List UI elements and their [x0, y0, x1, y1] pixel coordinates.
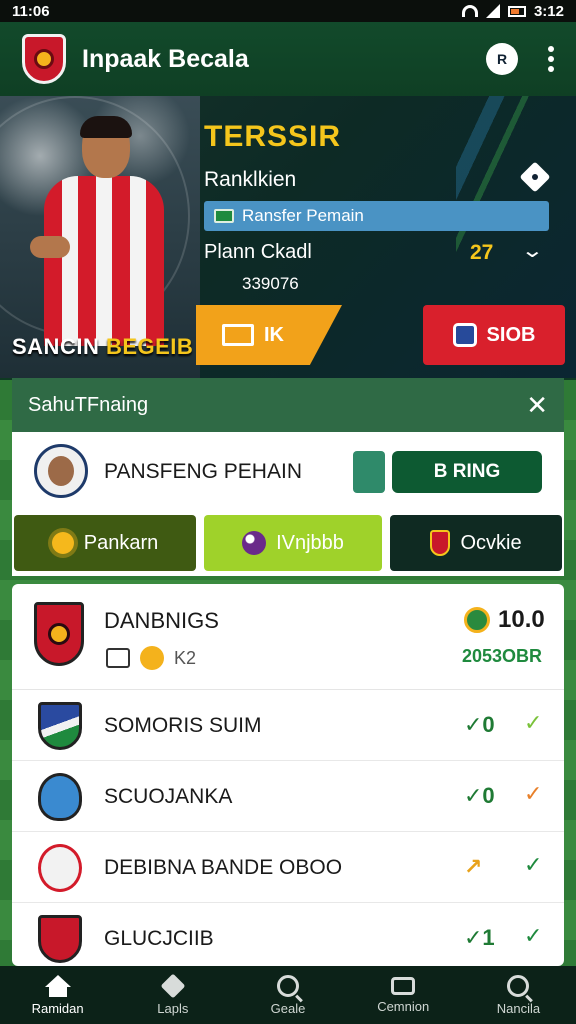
- help-icon: [507, 974, 530, 997]
- player-name-first: SANCIN: [12, 334, 106, 359]
- team-name: DANBNIGS: [104, 608, 219, 633]
- app-header: Inpaak Becala R: [0, 22, 576, 96]
- battery-icon: [507, 5, 526, 17]
- list-item[interactable]: GLUCJCIIB ✓1 ✓: [12, 903, 564, 966]
- row-value: ✓0: [464, 712, 495, 737]
- tab-label: IVnjbbb: [276, 531, 344, 554]
- status-bar: 11:06 3:12: [0, 0, 576, 22]
- nav-nancila[interactable]: Nancila: [461, 966, 576, 1024]
- player-avatar[interactable]: [34, 444, 88, 498]
- coin-icon: [140, 646, 164, 670]
- transfer-bar-label: Ransfer Pemain: [242, 206, 364, 225]
- status-icons: 3:12: [461, 2, 564, 20]
- ball-icon: [242, 531, 267, 555]
- check-icon[interactable]: ✓: [524, 923, 542, 949]
- team-meta: K2: [106, 646, 196, 670]
- toggle-right-button[interactable]: B RING: [392, 451, 542, 493]
- club-crest: [34, 602, 84, 666]
- nav-label: Nancila: [496, 1000, 541, 1016]
- search-icon: [277, 974, 299, 997]
- team-meta-text: K2: [174, 647, 197, 668]
- player-photo[interactable]: [30, 116, 180, 346]
- home-icon: [44, 974, 71, 997]
- stat-sub-value: 339076: [242, 274, 299, 293]
- club-crest: [38, 773, 82, 821]
- profile-button[interactable]: R: [486, 43, 518, 75]
- player-name-last: BEGEIB: [105, 334, 194, 359]
- wifi-icon: [461, 5, 478, 17]
- card-icon: [222, 324, 254, 346]
- club-crest: [38, 844, 82, 892]
- transfer-panel-title: SahuTFnaing: [28, 393, 149, 416]
- status-time: 11:06: [12, 2, 50, 20]
- transfer-panel: PANSFENG PEHAIN B RING Pankarn IVnjbbb O…: [12, 432, 564, 576]
- nav-search[interactable]: Geale: [230, 966, 345, 1024]
- hero-red-button-label: SIOB: [486, 323, 536, 346]
- hero-yellow-button[interactable]: IK: [196, 305, 342, 365]
- hero-banner: SANCIN BEGEIB TERSSIR Ranklkien Ransfer …: [0, 96, 576, 378]
- stat-value: 27: [470, 241, 494, 264]
- stat-label: Plann Ckadl: [204, 241, 312, 263]
- signal-icon: [485, 4, 500, 18]
- more-menu-icon[interactable]: [548, 46, 554, 72]
- cube-icon: [160, 973, 186, 998]
- team-score-value: 10.0: [498, 606, 545, 633]
- nav-label: Ramidan: [31, 1000, 84, 1016]
- transfer-bar[interactable]: Ransfer Pemain: [204, 201, 549, 231]
- club-crest: [38, 915, 82, 963]
- nav-community[interactable]: Cemnion: [346, 966, 461, 1024]
- hero-yellow-button-label: IK: [264, 323, 284, 346]
- hero-title: TERSSIR: [204, 120, 342, 153]
- club-crest: [38, 702, 82, 750]
- chat-icon: [391, 976, 416, 995]
- row-value: ↗: [464, 854, 483, 879]
- team-score: 10.0: [464, 606, 545, 634]
- player-name: SANCIN BEGEIB: [12, 334, 193, 360]
- team-name: GLUCJCIIB: [104, 927, 214, 950]
- nav-home[interactable]: Ramidan: [0, 966, 115, 1024]
- club-logo[interactable]: [22, 34, 66, 84]
- card-icon: [106, 648, 130, 668]
- team-name: DEBIBNA BANDE OBOO: [104, 856, 343, 879]
- transfer-search-label: PANSFENG PEHAIN: [104, 460, 302, 483]
- team-name: SCUOJANKA: [104, 785, 233, 808]
- close-icon[interactable]: ✕: [526, 390, 548, 421]
- status-battery-text: 3:12: [533, 2, 564, 20]
- check-icon[interactable]: ✓: [524, 852, 542, 878]
- check-icon[interactable]: ✓: [524, 710, 542, 736]
- list-item-featured[interactable]: DANBNIGS K2 10.0 2053OBR: [12, 584, 564, 690]
- bottom-nav: Ramidan Lapls Geale Cemnion Nancila: [0, 966, 576, 1024]
- row-value: ✓0: [464, 783, 495, 808]
- sun-icon: [51, 532, 74, 554]
- nav-lapls[interactable]: Lapls: [115, 966, 230, 1024]
- list-item[interactable]: SOMORIS SUIM ✓0 ✓: [12, 690, 564, 761]
- tab-label: Ocvkie: [460, 531, 522, 554]
- tab-label: Pankarn: [83, 531, 159, 554]
- tab-pankarn[interactable]: Pankarn: [14, 515, 196, 571]
- flag-icon: [214, 209, 234, 223]
- shield-icon: [452, 323, 477, 347]
- hero-red-button[interactable]: SIOB: [423, 305, 565, 365]
- toggle-left-button[interactable]: [353, 451, 385, 493]
- chevron-down-icon[interactable]: ⌄: [521, 238, 544, 263]
- tab-ivnjbbb[interactable]: IVnjbbb: [204, 515, 382, 571]
- app-title: Inpaak Becala: [82, 44, 249, 73]
- row-value: ✓1: [464, 925, 495, 950]
- list-item[interactable]: DEBIBNA BANDE OBOO ↗ ✓: [12, 832, 564, 903]
- tab-ocvkie[interactable]: Ocvkie: [390, 515, 562, 571]
- standings-list: DANBNIGS K2 10.0 2053OBR SOMORIS SUIM ✓0…: [12, 584, 564, 966]
- check-icon[interactable]: ✓: [524, 781, 542, 807]
- team-score-sub: 2053OBR: [462, 646, 543, 666]
- rank-label: Ranklkien: [204, 168, 297, 191]
- transfer-panel-header: SahuTFnaing ✕: [12, 378, 564, 432]
- nav-label: Cemnion: [377, 998, 430, 1014]
- coin-icon: [464, 607, 490, 633]
- nav-label: Lapls: [157, 1000, 189, 1016]
- team-name: SOMORIS SUIM: [104, 714, 262, 737]
- crest-icon: [430, 530, 451, 556]
- list-item[interactable]: SCUOJANKA ✓0 ✓: [12, 761, 564, 832]
